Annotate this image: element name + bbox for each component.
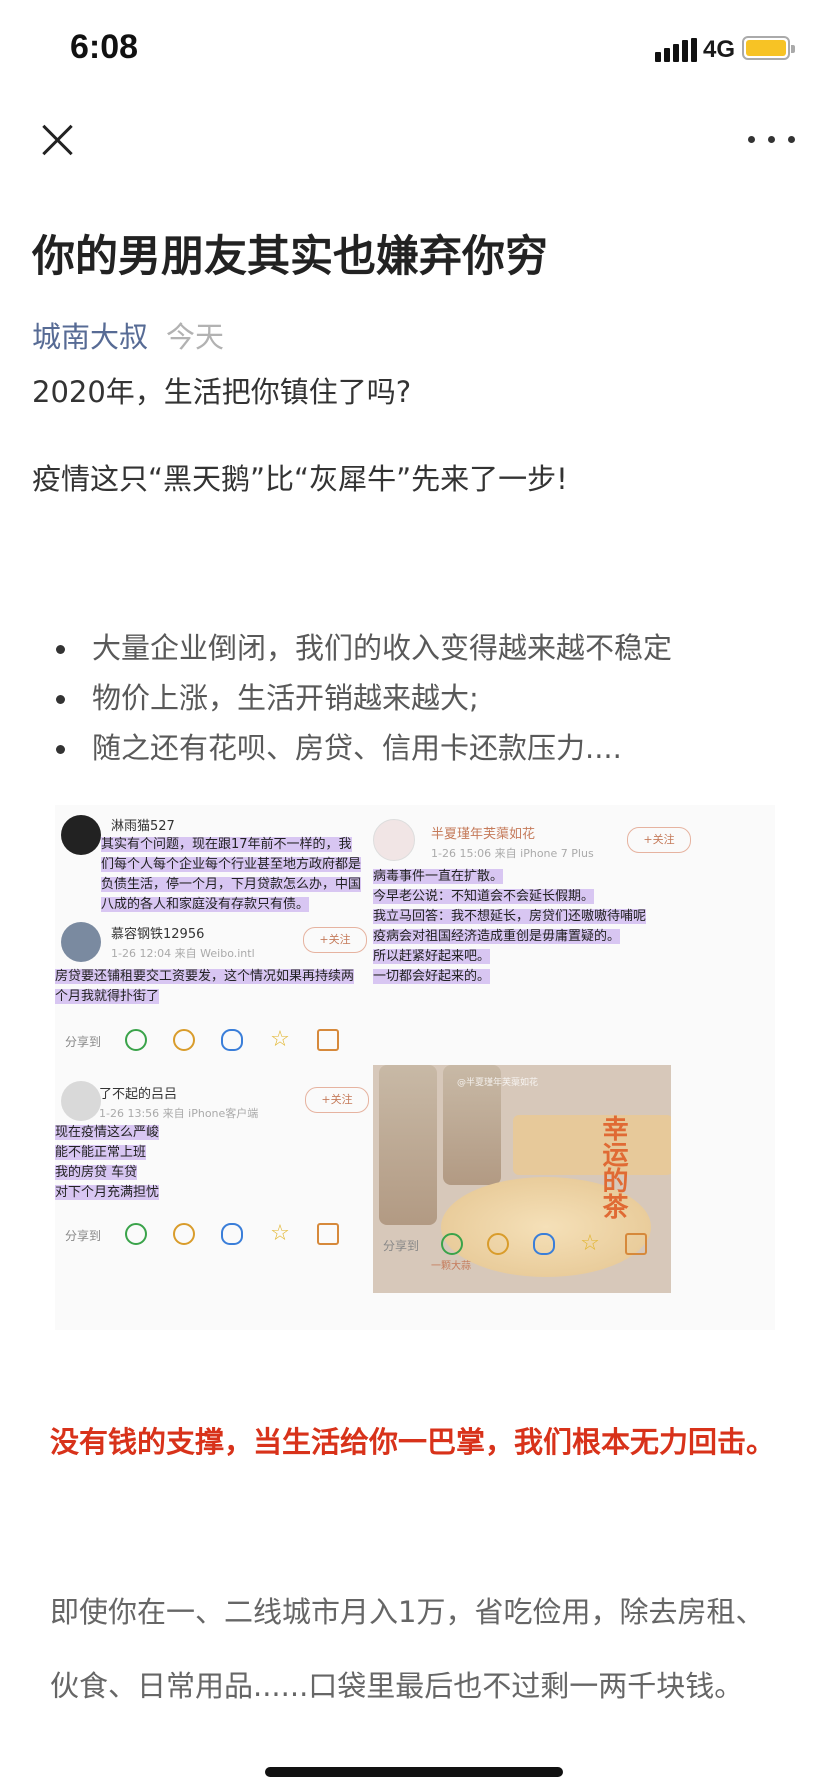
signal-icon <box>655 38 697 62</box>
star-icon[interactable]: ☆ <box>269 1223 291 1245</box>
paragraph-2: 疫情这只“黑天鹅”比“灰犀牛”先来了一步! <box>32 462 568 496</box>
post-username: 淋雨猫527 <box>111 819 175 834</box>
photo-small-caption: 一颗大蒜 <box>431 1261 471 1272</box>
image-share-icon[interactable] <box>625 1233 647 1255</box>
star-icon[interactable]: ☆ <box>269 1029 291 1051</box>
post-username: 了不起的吕吕 <box>99 1087 178 1102</box>
paragraph-1: 2020年，生活把你镇住了吗? <box>32 375 412 409</box>
status-bar: 6:08 4G <box>0 0 828 100</box>
photo-caption: 幸运的茶 <box>598 1115 628 1219</box>
image-share-icon[interactable] <box>317 1029 339 1051</box>
screenshot-collage-image[interactable]: 淋雨猫527 其实有个问题，现在跟17年前不一样的，我们每个人每个企业每个行业甚… <box>55 805 775 1330</box>
follow-button[interactable]: +关注 <box>303 927 367 953</box>
more-options-icon[interactable] <box>748 132 798 148</box>
bottle-shape <box>379 1065 437 1225</box>
battery-icon <box>742 36 795 60</box>
paragraph-3: 即使你在一、二线城市月入1万，省吃俭用，除去房租、伙食、日常用品......口袋… <box>50 1595 765 1703</box>
avatar <box>61 1081 101 1121</box>
post-text: 病毒事件一直在扩散。 今早老公说：不知道会不会延长假期。 我立马回答：我不想延长，房… <box>373 869 647 984</box>
author-link[interactable]: 城南大叔 <box>32 320 148 354</box>
status-time: 6:08 <box>70 28 139 66</box>
list-item: 随之还有花呗、房贷、信用卡还款压力.... <box>52 723 672 773</box>
close-icon[interactable] <box>36 118 80 162</box>
post-text: 其实有个问题，现在跟17年前不一样的，我们每个人每个企业每个行业甚至地方政府都是… <box>101 837 362 912</box>
article-meta: 城南大叔 今天 <box>32 314 224 356</box>
share-label: 分享到 <box>65 1035 102 1049</box>
share-row: 分享到 ☆ <box>65 1221 385 1249</box>
avatar <box>61 815 101 855</box>
qq-icon[interactable] <box>221 1223 243 1245</box>
post-text: 现在疫情这么严峻 能不能正常上班 我的房贷 车贷 对下个月充满担忧 <box>55 1125 160 1200</box>
wechat-icon[interactable] <box>125 1223 147 1245</box>
wechat-icon[interactable] <box>441 1233 463 1255</box>
avatar <box>61 922 101 962</box>
post-username: 半夏瑾年芙蕖如花 <box>431 827 536 842</box>
share-label: 分享到 <box>383 1239 420 1253</box>
photo-watermark: @半夏瑾年芙蕖如花 <box>457 1078 539 1088</box>
post-meta: 1-26 13:56 来自 iPhone客户端 <box>99 1107 259 1120</box>
bullet-list: 大量企业倒闭，我们的收入变得越来越不稳定 物价上涨，生活开销越来越大; 随之还有… <box>52 623 672 773</box>
share-label: 分享到 <box>65 1229 102 1243</box>
share-row: 分享到 ☆ <box>383 1231 703 1259</box>
qq-icon[interactable] <box>533 1233 555 1255</box>
post-username: 慕容钢铁12956 <box>111 927 205 942</box>
wechat-icon[interactable] <box>125 1029 147 1051</box>
home-indicator[interactable] <box>265 1767 563 1777</box>
post-meta: 1-26 12:04 来自 Weibo.intl <box>111 947 255 960</box>
qq-icon[interactable] <box>221 1029 243 1051</box>
network-type: 4G <box>703 36 736 63</box>
moments-icon[interactable] <box>173 1223 195 1245</box>
publish-date: 今天 <box>166 320 225 354</box>
nav-bar <box>0 100 828 180</box>
follow-button[interactable]: +关注 <box>627 827 691 853</box>
avatar <box>373 819 415 861</box>
highlight-paragraph: 没有钱的支撑，当生活给你一巴掌，我们根本无力回击。 <box>50 1425 776 1459</box>
post-meta: 1-26 15:06 来自 iPhone 7 Plus <box>431 847 594 860</box>
article-title: 你的男朋友其实也嫌弃你穷 <box>32 232 548 282</box>
list-item: 大量企业倒闭，我们的收入变得越来越不稳定 <box>52 623 672 673</box>
share-row: 分享到 ☆ <box>65 1027 385 1055</box>
follow-button[interactable]: +关注 <box>305 1087 369 1113</box>
star-icon[interactable]: ☆ <box>579 1233 601 1255</box>
sandwich-shape <box>513 1115 671 1175</box>
moments-icon[interactable] <box>173 1029 195 1051</box>
list-item: 物价上涨，生活开销越来越大; <box>52 673 672 723</box>
post-text: 房贷要还铺租要交工资要发，这个情况如果再持续两个月我就得扑街了 <box>55 969 355 1004</box>
moments-icon[interactable] <box>487 1233 509 1255</box>
image-share-icon[interactable] <box>317 1223 339 1245</box>
